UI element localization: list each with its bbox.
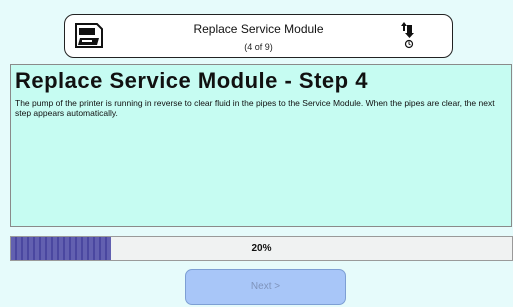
header-title: Replace Service Module xyxy=(193,22,324,36)
step-description: The pump of the printer is running in re… xyxy=(15,98,495,118)
next-button[interactable]: Next > xyxy=(185,269,346,305)
progress-label: 20% xyxy=(251,243,272,254)
progress-bar: 20% xyxy=(10,236,513,261)
ink-flow-icon xyxy=(401,22,414,49)
step-title: Replace Service Module - Step 4 xyxy=(15,68,368,93)
step-panel: Replace Service Module - Step 4 The pump… xyxy=(10,64,512,227)
header-bar: Replace Service Module (4 of 9) xyxy=(64,14,453,58)
step-counter: (4 of 9) xyxy=(244,42,273,52)
